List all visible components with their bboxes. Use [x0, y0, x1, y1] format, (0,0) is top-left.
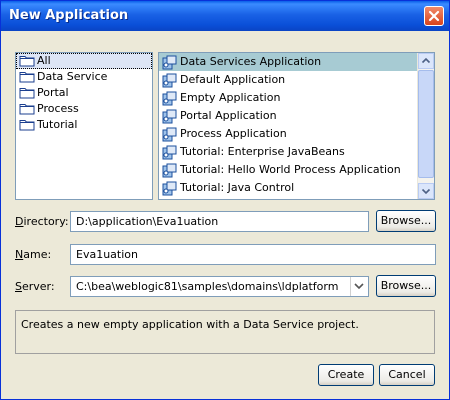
- template-label: Empty Application: [180, 91, 281, 104]
- category-item[interactable]: Tutorial: [16, 117, 152, 133]
- directory-label: Directory:: [15, 215, 69, 228]
- category-label: Tutorial: [37, 118, 78, 131]
- category-item[interactable]: Portal: [16, 85, 152, 101]
- category-item[interactable]: Process: [16, 101, 152, 117]
- scroll-thumb[interactable]: [418, 70, 434, 178]
- template-label: Portal Application: [180, 109, 277, 122]
- window-title: New Application: [9, 8, 129, 23]
- template-item[interactable]: Tutorial: Enterprise JavaBeans: [159, 143, 417, 161]
- template-item[interactable]: Default Application: [159, 71, 417, 89]
- chevron-down-icon: [354, 283, 364, 290]
- template-label: Tutorial: Hello World Process Applicatio…: [180, 163, 401, 176]
- category-label: Process: [37, 102, 79, 115]
- server-combo[interactable]: C:\bea\weblogic81\samples\domains\ldplat…: [70, 276, 369, 297]
- arrow-up-icon: [421, 57, 431, 64]
- server-label: Server:: [15, 280, 55, 293]
- name-field[interactable]: Eva1uation: [70, 244, 436, 265]
- category-label: All: [37, 54, 51, 67]
- title-bar[interactable]: New Application: [1, 1, 449, 31]
- directory-browse-button[interactable]: Browse...: [376, 210, 436, 232]
- category-item[interactable]: All: [16, 53, 152, 69]
- template-item[interactable]: Empty Application: [159, 89, 417, 107]
- template-label: Default Application: [180, 73, 286, 86]
- server-browse-button[interactable]: Browse...: [376, 275, 436, 297]
- category-label: Portal: [37, 86, 69, 99]
- directory-field[interactable]: D:\application\Eva1uation: [70, 211, 369, 232]
- template-item[interactable]: Data Services Application: [159, 53, 417, 71]
- name-label: Name:: [15, 248, 52, 261]
- folder-icon: [19, 119, 35, 136]
- template-label: Data Services Application: [180, 55, 322, 68]
- cancel-button[interactable]: Cancel: [379, 364, 435, 386]
- template-label: Process Application: [180, 127, 287, 140]
- template-label: Tutorial: Enterprise JavaBeans: [180, 145, 345, 158]
- template-label: Tutorial: Java Control: [180, 181, 295, 194]
- create-button[interactable]: Create: [318, 364, 374, 386]
- template-item[interactable]: Portal Application: [159, 107, 417, 125]
- server-value: C:\bea\weblogic81\samples\domains\ldplat…: [76, 280, 339, 293]
- template-list[interactable]: Data Services Application Default Applica…: [158, 52, 435, 200]
- category-list[interactable]: All Data Service Portal Process Tutorial: [15, 52, 153, 200]
- close-icon: [428, 10, 440, 22]
- scroll-up-button[interactable]: [418, 53, 434, 69]
- category-label: Data Service: [37, 70, 108, 83]
- arrow-down-icon: [421, 188, 431, 195]
- description-box: Creates a new empty application with a D…: [15, 310, 435, 354]
- template-item[interactable]: Tutorial: Java Control: [159, 179, 417, 197]
- close-button[interactable]: [424, 6, 444, 26]
- new-application-dialog: New Application All Data Service Portal Pro…: [0, 0, 450, 400]
- template-list-scrollbar[interactable]: [417, 53, 434, 199]
- application-icon: [162, 181, 178, 199]
- template-item[interactable]: Tutorial: Hello World Process Applicatio…: [159, 161, 417, 179]
- template-item[interactable]: Process Application: [159, 125, 417, 143]
- category-item[interactable]: Data Service: [16, 69, 152, 85]
- scroll-down-button[interactable]: [418, 183, 434, 199]
- server-dropdown-button[interactable]: [350, 277, 368, 296]
